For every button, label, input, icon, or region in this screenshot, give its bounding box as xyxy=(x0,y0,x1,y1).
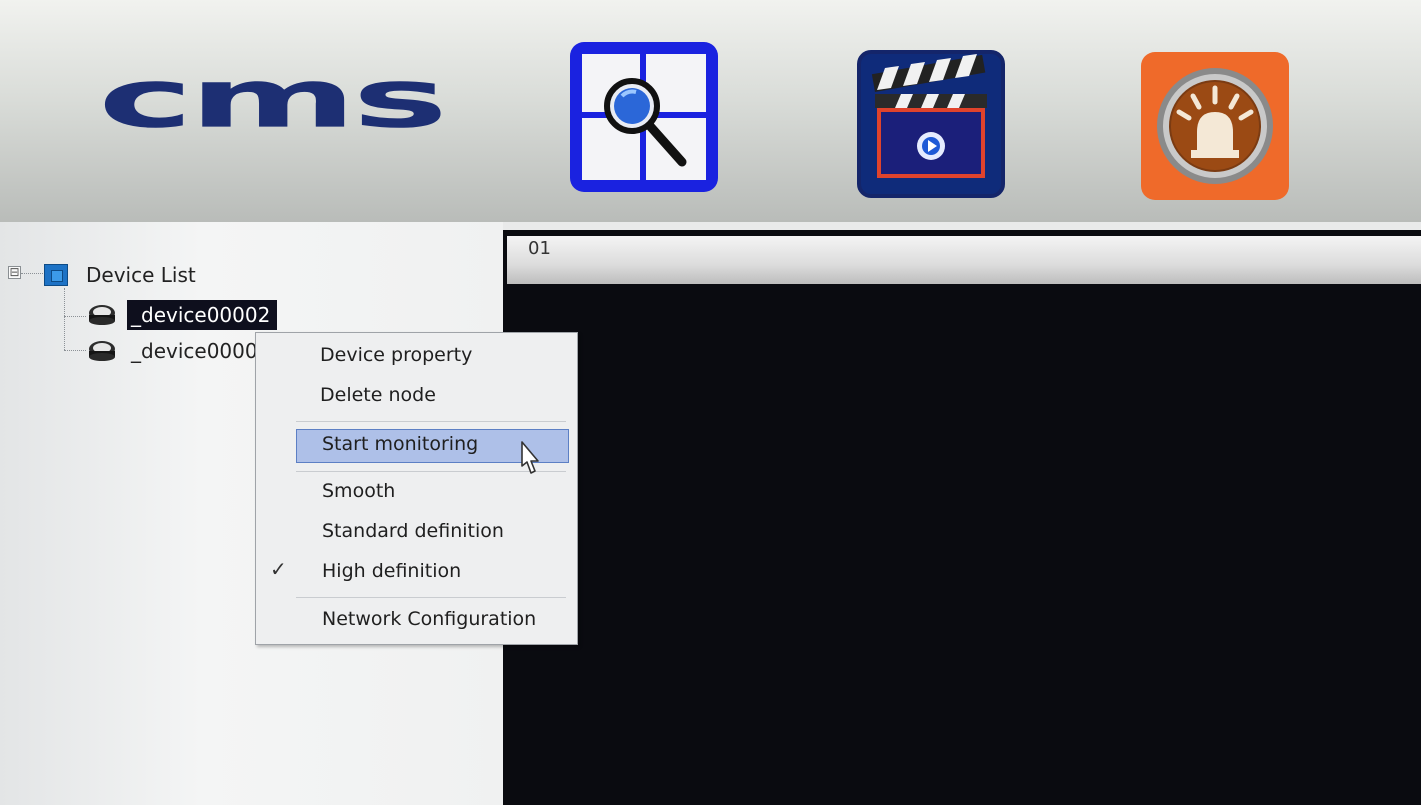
menu-item-smooth[interactable]: Smooth xyxy=(322,480,395,502)
menu-item-network-configuration[interactable]: Network Configuration xyxy=(322,608,536,630)
tree-item-device-2[interactable]: _device0000 xyxy=(131,339,258,363)
record-button[interactable] xyxy=(857,50,1005,198)
tree-connector xyxy=(21,273,43,274)
device-list-root[interactable]: Device List xyxy=(86,263,196,287)
channel-title-bar xyxy=(507,236,1421,284)
siren-icon xyxy=(1157,68,1273,184)
mouse-pointer-icon xyxy=(521,441,539,474)
alarm-button[interactable] xyxy=(1141,52,1289,200)
device-list-icon xyxy=(44,264,68,286)
menu-separator xyxy=(296,597,566,598)
header-toolbar: cms xyxy=(0,0,1421,222)
clapperboard-icon xyxy=(871,54,987,178)
tree-connector xyxy=(64,316,86,317)
camera-dome-icon xyxy=(89,305,115,325)
menu-separator xyxy=(296,421,566,422)
menu-item-device-property[interactable]: Device property xyxy=(320,344,472,366)
video-view[interactable] xyxy=(503,230,1421,805)
channel-number: 01 xyxy=(528,238,551,259)
tree-connector xyxy=(64,350,86,351)
tree-item-device-1[interactable]: _device00002 xyxy=(127,300,277,330)
search-button[interactable] xyxy=(570,42,718,192)
cms-logo: cms xyxy=(98,50,448,147)
menu-item-standard-definition[interactable]: Standard definition xyxy=(322,520,504,542)
menu-item-delete-node[interactable]: Delete node xyxy=(320,384,436,406)
tree-collapse-icon[interactable]: ⊟ xyxy=(8,266,21,279)
menu-item-start-monitoring[interactable]: Start monitoring xyxy=(322,433,478,455)
camera-dome-icon xyxy=(89,341,115,361)
checkmark-icon: ✓ xyxy=(270,557,287,581)
magnifier-grid-icon xyxy=(582,54,706,180)
device-context-menu: Device property Delete node Start monito… xyxy=(255,332,578,645)
tree-connector xyxy=(64,288,65,350)
menu-item-high-definition[interactable]: High definition xyxy=(322,560,461,582)
